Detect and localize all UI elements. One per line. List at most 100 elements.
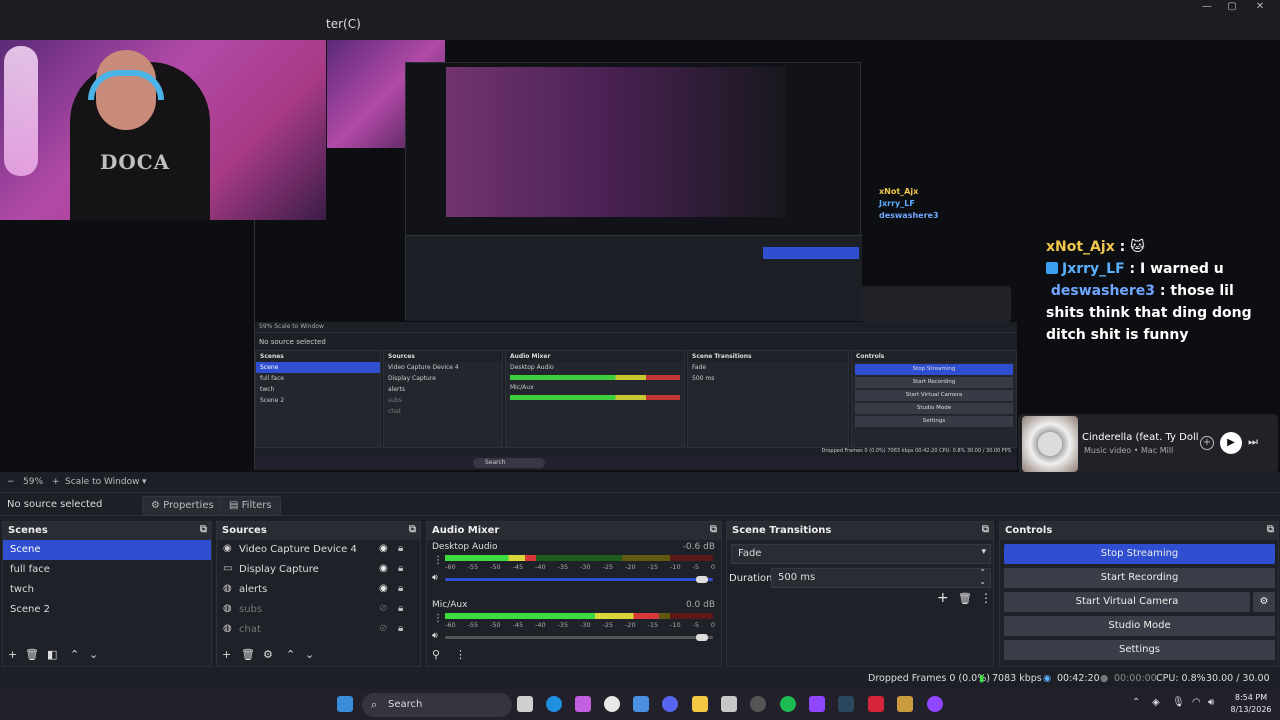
controls-dock: Controls ⧉ Stop Streaming Start Recording… bbox=[999, 521, 1279, 667]
eye-hidden-icon[interactable]: ⊘ bbox=[379, 603, 387, 614]
discord-icon[interactable] bbox=[662, 696, 678, 712]
wifi-icon[interactable]: ◠ bbox=[1192, 697, 1201, 708]
app-icon[interactable] bbox=[868, 696, 884, 712]
play-icon[interactable]: ▶ bbox=[1220, 432, 1242, 454]
start-virtual-camera-button[interactable]: Start Virtual Camera bbox=[1004, 592, 1250, 612]
more-icon[interactable]: ⋮ bbox=[980, 591, 992, 605]
lock-icon[interactable]: 🔒︎ bbox=[398, 543, 403, 554]
settings-button[interactable]: Settings bbox=[1004, 640, 1275, 660]
maximize-icon[interactable]: ▢ bbox=[1220, 0, 1244, 14]
source-item[interactable]: ◍ alerts ◉ 🔒︎ bbox=[217, 580, 420, 600]
stop-streaming-button[interactable]: Stop Streaming bbox=[1004, 544, 1275, 564]
dock-menu-icon[interactable]: ⧉ bbox=[1267, 524, 1274, 535]
spotify-icon[interactable] bbox=[780, 696, 796, 712]
eye-icon[interactable]: ◉ bbox=[379, 563, 388, 574]
eye-icon[interactable]: ◉ bbox=[379, 583, 388, 594]
lock-icon[interactable]: 🔒︎ bbox=[398, 563, 403, 574]
obs-icon[interactable] bbox=[750, 696, 766, 712]
volume-slider-knob[interactable] bbox=[695, 576, 708, 583]
copilot-icon[interactable] bbox=[575, 696, 591, 712]
alien-app-icon[interactable] bbox=[604, 696, 620, 712]
lock-icon[interactable]: 🔒︎ bbox=[398, 603, 403, 614]
scale-tick: -60 bbox=[445, 621, 456, 629]
app-tray-icon[interactable]: ◈ bbox=[1152, 697, 1160, 708]
spin-arrows-icon[interactable]: ⌃ ⌄ bbox=[979, 568, 986, 586]
dock-menu-icon[interactable]: ⧉ bbox=[200, 524, 207, 535]
more-icon[interactable]: ⋮ bbox=[433, 613, 443, 624]
duration-spinbox[interactable]: 500 ms ⌃ ⌄ bbox=[771, 568, 991, 588]
start-recording-button[interactable]: Start Recording bbox=[1004, 568, 1275, 588]
add-icon[interactable]: + bbox=[8, 648, 17, 661]
transition-select[interactable]: Fade ▾ bbox=[731, 544, 991, 564]
windows-start-icon[interactable] bbox=[337, 696, 353, 712]
scene-item[interactable]: twch bbox=[3, 580, 211, 600]
filter-icon[interactable]: ◧ bbox=[47, 648, 57, 661]
mixer-settings-icon[interactable]: ⚲ bbox=[432, 648, 440, 661]
add-icon[interactable]: + bbox=[222, 648, 231, 661]
next-icon[interactable]: ⏭ bbox=[1248, 435, 1258, 449]
virtual-camera-settings-button[interactable]: ⚙ bbox=[1253, 592, 1275, 612]
chevron-down-icon[interactable]: ⌄ bbox=[89, 648, 98, 661]
sources-dock: Sources ⧉ ◉ Video Capture Device 4 ◉ 🔒︎ ▭ Di… bbox=[216, 521, 421, 667]
studio-mode-button[interactable]: Studio Mode bbox=[1004, 616, 1275, 636]
taskbar-search[interactable]: ⌕ Search bbox=[362, 693, 512, 717]
edge-icon[interactable] bbox=[546, 696, 562, 712]
eye-icon[interactable]: ◉ bbox=[379, 543, 388, 554]
source-item[interactable]: ▭ Display Capture ◉ 🔒︎ bbox=[217, 560, 420, 580]
zoom-in-button[interactable]: + bbox=[52, 474, 60, 490]
more-icon[interactable]: ⋮ bbox=[455, 648, 466, 661]
zoom-out-button[interactable]: − bbox=[7, 474, 15, 490]
camera-icon: ◉ bbox=[223, 543, 232, 554]
chevron-down-icon[interactable]: ▾ bbox=[142, 474, 147, 490]
nested-docks: Scenes Scene full face twch Scene 2 Sour… bbox=[255, 350, 1017, 448]
close-icon[interactable]: ✕ bbox=[1248, 0, 1272, 14]
dock-menu-icon[interactable]: ⧉ bbox=[982, 524, 989, 535]
app-icon[interactable] bbox=[927, 696, 943, 712]
trash-icon[interactable]: 🗑 bbox=[241, 648, 255, 661]
store-icon[interactable] bbox=[633, 696, 649, 712]
volume-icon[interactable]: 🔊︎ bbox=[432, 573, 438, 583]
scale-tick: -50 bbox=[490, 563, 501, 571]
scale-mode-select[interactable]: Scale to Window bbox=[65, 474, 139, 490]
scene-item[interactable]: full face bbox=[3, 560, 211, 580]
steam-icon[interactable] bbox=[838, 696, 854, 712]
task-view-icon[interactable] bbox=[517, 696, 533, 712]
dock-menu-icon[interactable]: ⧉ bbox=[409, 524, 416, 535]
microphone-icon[interactable]: 🎙︎ bbox=[1172, 697, 1185, 708]
folder-icon[interactable] bbox=[692, 696, 708, 712]
minimize-icon[interactable]: — bbox=[1195, 0, 1219, 14]
chevron-up-icon[interactable]: ⌃ bbox=[1132, 697, 1140, 708]
more-icon[interactable]: ⋮ bbox=[433, 555, 443, 566]
app-icon[interactable] bbox=[721, 696, 737, 712]
volume-icon[interactable]: 🔊︎ bbox=[432, 631, 438, 641]
preview-canvas[interactable]: xNot_Ajx Jxrry_LF deswashere3 59% Scale … bbox=[0, 40, 1280, 472]
source-item[interactable]: ◍ subs ⊘ 🔒︎ bbox=[217, 600, 420, 620]
source-item[interactable]: ◉ Video Capture Device 4 ◉ 🔒︎ bbox=[217, 540, 420, 560]
volume-slider[interactable] bbox=[445, 636, 713, 639]
volume-slider-knob[interactable] bbox=[695, 634, 708, 641]
lock-icon[interactable]: 🔒︎ bbox=[398, 623, 403, 634]
chevron-up-icon[interactable]: ⌃ bbox=[286, 648, 295, 661]
volume-slider[interactable] bbox=[445, 578, 713, 581]
meter-scale: -60 -55 -50 -45 -40 -35 -30 -25 -20 -15 -10 -5 0 bbox=[445, 563, 715, 571]
source-item[interactable]: ◍ chat ⊘ 🔒︎ bbox=[217, 620, 420, 640]
dock-menu-icon[interactable]: ⧉ bbox=[710, 524, 717, 535]
scene-item[interactable]: Scene bbox=[3, 540, 211, 560]
obs-window: ter(C) — ▢ ✕ xNot_Ajx Jxrry_LF deswasher… bbox=[0, 0, 1280, 720]
twitch-icon[interactable] bbox=[809, 696, 825, 712]
add-icon[interactable]: + bbox=[937, 590, 949, 606]
trash-icon[interactable]: 🗑 bbox=[958, 592, 972, 605]
properties-button[interactable]: ⚙ Properties bbox=[142, 496, 223, 516]
league-icon[interactable] bbox=[897, 696, 913, 712]
volume-icon[interactable]: 🔊︎ bbox=[1208, 697, 1214, 708]
eye-hidden-icon[interactable]: ⊘ bbox=[379, 623, 387, 634]
trash-icon[interactable]: 🗑 bbox=[25, 648, 39, 661]
clock[interactable]: 8:54 PM 8/13/2026 bbox=[1226, 692, 1276, 716]
add-icon[interactable]: + bbox=[1200, 436, 1214, 450]
lock-icon[interactable]: 🔒︎ bbox=[398, 583, 403, 594]
scene-item[interactable]: Scene 2 bbox=[3, 600, 211, 620]
chevron-up-icon[interactable]: ⌃ bbox=[70, 648, 79, 661]
filters-button[interactable]: ▤ Filters bbox=[220, 496, 281, 516]
chevron-down-icon[interactable]: ⌄ bbox=[305, 648, 314, 661]
gear-icon[interactable]: ⚙ bbox=[263, 648, 273, 661]
